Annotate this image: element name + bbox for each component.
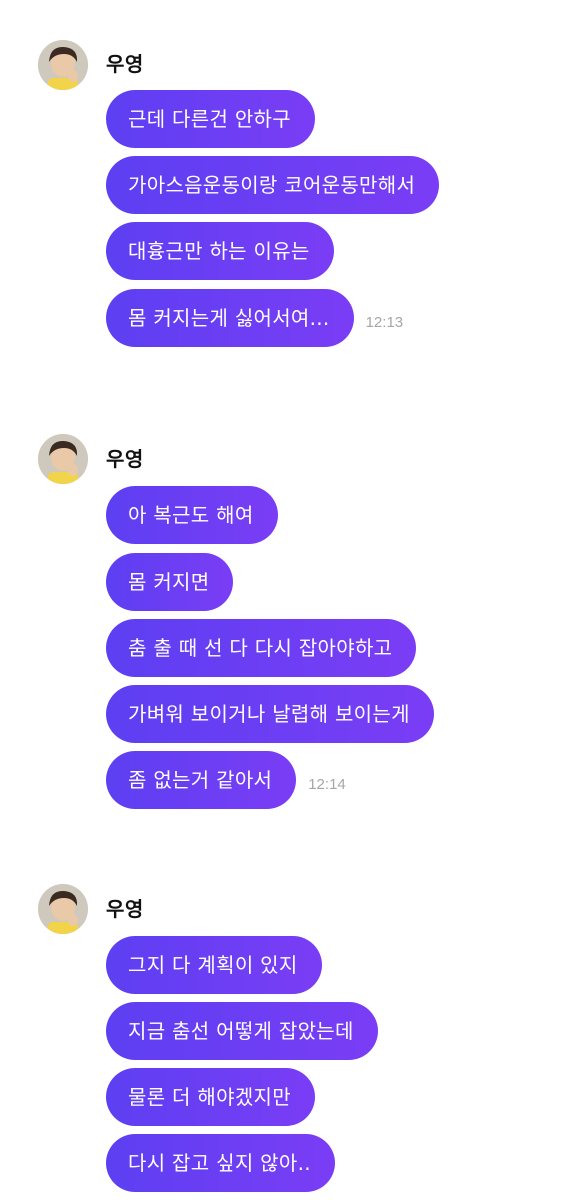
message-bubble[interactable]: 지금 춤선 어떻게 잡았는데: [106, 1002, 378, 1060]
message-row: 대흉근만 하는 이유는: [106, 222, 334, 280]
message-bubble[interactable]: 아 복근도 해여: [106, 486, 278, 544]
message-timestamp: 12:14: [308, 775, 346, 793]
message-row: 몸 커지는게 싫어서여... 12:13: [106, 289, 403, 347]
message-row: 다시 잡고 싶지 않아..: [106, 1134, 335, 1192]
profile-photo-icon: [38, 434, 88, 484]
message-timestamp: 12:13: [365, 313, 404, 331]
avatar[interactable]: [38, 40, 88, 90]
sender-name: 우영: [106, 897, 144, 921]
message-bubble[interactable]: 몸 커지는게 싫어서여...: [106, 289, 354, 347]
message-bubble[interactable]: 물론 더 해야겠지만: [106, 1068, 315, 1126]
avatar[interactable]: [38, 884, 88, 934]
message-bubble[interactable]: 가벼워 보이거나 날렵해 보이는게: [106, 685, 434, 743]
message-bubble[interactable]: 가아스음운동이랑 코어운동만해서: [106, 156, 440, 214]
message-bubble[interactable]: 좀 없는거 같아서: [106, 751, 297, 809]
profile-photo-icon: [38, 40, 88, 90]
message-row: 좀 없는거 같아서 12:14: [106, 751, 346, 809]
message-bubble[interactable]: 대흉근만 하는 이유는: [106, 222, 334, 280]
message-row: 지금 춤선 어떻게 잡았는데: [106, 1002, 378, 1060]
message-row: 물론 더 해야겠지만: [106, 1068, 315, 1126]
sender-name: 우영: [106, 52, 144, 76]
message-row: 가아스음운동이랑 코어운동만해서: [106, 156, 440, 214]
sender-name: 우영: [106, 447, 144, 471]
message-row: 아 복근도 해여: [106, 486, 278, 544]
message-bubble[interactable]: 춤 출 때 선 다 다시 잡아야하고: [106, 619, 417, 677]
message-bubble[interactable]: 몸 커지면: [106, 553, 234, 611]
message-row: 그지 다 계획이 있지: [106, 936, 322, 994]
message-row: 근데 다른건 안하구: [106, 90, 315, 148]
message-row: 가벼워 보이거나 날렵해 보이는게: [106, 685, 434, 743]
avatar[interactable]: [38, 434, 88, 484]
message-bubble[interactable]: 근데 다른건 안하구: [106, 90, 315, 148]
message-bubble[interactable]: 그지 다 계획이 있지: [106, 936, 322, 994]
profile-photo-icon: [38, 884, 88, 934]
message-row: 몸 커지면: [106, 553, 234, 611]
message-row: 춤 출 때 선 다 다시 잡아야하고: [106, 619, 417, 677]
message-bubble[interactable]: 다시 잡고 싶지 않아..: [106, 1134, 335, 1192]
